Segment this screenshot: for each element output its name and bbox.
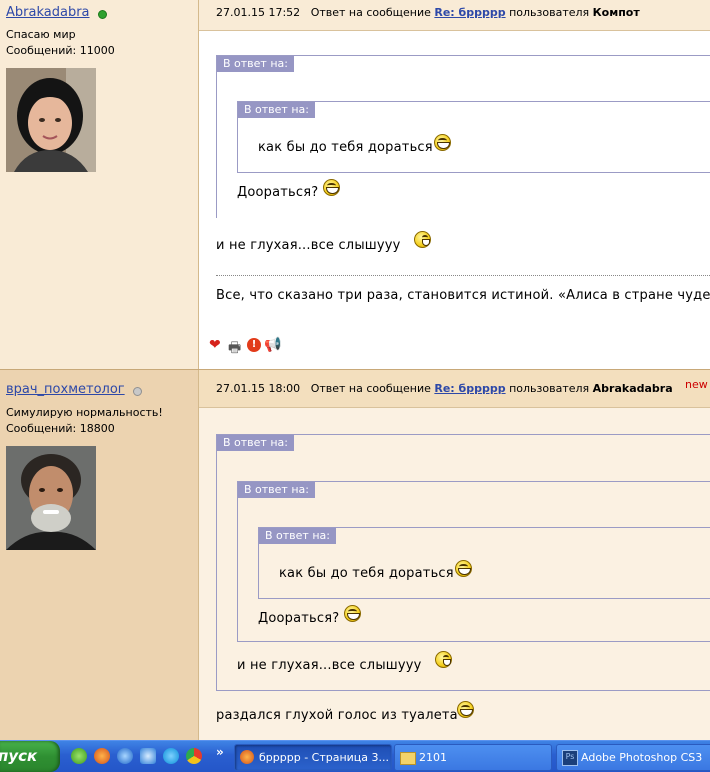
post-body-text: раздался глухой голос из туалета xyxy=(216,708,458,723)
taskbar-button-label: 2101 xyxy=(419,751,447,764)
post-content: 27.01.15 17:52 Ответ на сообщение Re: бр… xyxy=(199,0,710,369)
megaphone-icon[interactable]: 📢 xyxy=(264,337,281,353)
username-link[interactable]: врач_похметолог xyxy=(6,382,125,397)
of-user-text: пользователя xyxy=(509,382,590,395)
taskbar-button-photoshop[interactable]: Ps Adobe Photoshop CS3 xyxy=(556,744,710,771)
post-author-panel: врач_похметолог Симулирую нормальность! … xyxy=(0,370,199,741)
quote-label: В ответ на: xyxy=(238,482,315,498)
print-icon[interactable]: 🖶 xyxy=(228,337,241,361)
message-count: Сообщений: 18800 xyxy=(6,422,115,435)
quote-block-1: В ответ на: В ответ на: В ответ на: как … xyxy=(216,434,710,691)
quote-block-2: В ответ на: В ответ на: как бы до тебя д… xyxy=(237,481,710,642)
signature-text: Все, что сказано три раза, становится ис… xyxy=(216,288,710,303)
quick-launch-chevron[interactable]: » xyxy=(216,745,224,759)
grin-smiley-icon xyxy=(323,179,340,196)
post-body-text: и не глухая...все слышууу xyxy=(216,238,401,253)
avatar[interactable] xyxy=(6,68,96,172)
message-count: Сообщений: 11000 xyxy=(6,44,115,57)
grin-smiley-icon xyxy=(344,605,361,622)
of-user-text: пользователя xyxy=(509,6,590,19)
reply-user[interactable]: Abrakadabra xyxy=(593,382,673,395)
new-badge: new xyxy=(685,378,708,391)
start-button[interactable]: пуск xyxy=(0,741,60,772)
firefox-icon xyxy=(240,750,254,764)
quote-label: В ответ на: xyxy=(238,102,315,118)
quote-label: В ответ на: xyxy=(217,435,294,451)
reply-user[interactable]: Компот xyxy=(593,6,640,19)
taskbar: пуск » брpppp - Страница 3... 2101 Ps Ad… xyxy=(0,740,710,772)
reply-thread-link[interactable]: Re: брpppp xyxy=(434,382,505,395)
quote-text: Дооpаться? xyxy=(237,185,319,200)
quote-label: В ответ на: xyxy=(259,528,336,544)
grin-smiley-icon xyxy=(457,701,474,718)
firefox-icon[interactable] xyxy=(94,748,110,764)
ie-icon[interactable] xyxy=(117,748,133,764)
quick-launch-icon-4[interactable] xyxy=(140,748,156,764)
post-2: врач_похметолог Симулирую нормальность! … xyxy=(0,369,710,741)
listening-smiley-icon xyxy=(435,651,452,668)
grin-smiley-icon xyxy=(434,134,451,151)
post-header: 27.01.15 18:00 Ответ на сообщение Re: бр… xyxy=(199,370,710,408)
post-date: 27.01.15 18:00 xyxy=(216,382,301,395)
taskbar-button-folder[interactable]: 2101 xyxy=(394,744,552,771)
post-content: 27.01.15 18:00 Ответ на сообщение Re: бр… xyxy=(199,370,710,741)
skype-icon[interactable] xyxy=(163,748,179,764)
reply-text: Ответ на сообщение xyxy=(310,6,431,19)
post-1: Abrakadabra Спасаю мир Сообщений: 11000 … xyxy=(0,0,710,369)
taskbar-button-label: Adobe Photoshop CS3 xyxy=(581,751,703,764)
report-icon[interactable]: ! xyxy=(247,338,261,352)
user-status: Симулирую нормальность! xyxy=(6,406,163,419)
taskbar-button-browser[interactable]: брpppp - Страница 3... xyxy=(234,744,392,771)
grin-smiley-icon xyxy=(455,560,472,577)
quote-block-3: В ответ на: как бы до тебя дораться xyxy=(258,527,710,599)
avatar[interactable] xyxy=(6,446,96,550)
quote-text: как бы до тебя дораться xyxy=(279,566,454,581)
post-header: 27.01.15 17:52 Ответ на сообщение Re: бр… xyxy=(199,0,710,31)
quote-text: как бы до тебя дораться xyxy=(258,140,433,155)
taskbar-button-label: брpppp - Страница 3... xyxy=(259,751,390,764)
offline-status-icon xyxy=(133,387,142,396)
photoshop-icon: Ps xyxy=(562,750,578,766)
quote-text: и не глухая...все слышууу xyxy=(237,658,422,673)
user-status: Спасаю мир xyxy=(6,28,76,41)
quote-block-outer: В ответ на: В ответ на: как бы до тебя д… xyxy=(216,55,710,218)
quote-label: В ответ на: xyxy=(217,56,294,72)
heart-icon[interactable]: ❤ xyxy=(209,337,221,353)
quote-block-inner: В ответ на: как бы до тебя дораться xyxy=(237,101,710,173)
reply-text: Ответ на сообщение xyxy=(310,382,431,395)
folder-icon xyxy=(400,752,416,765)
quote-text: Дооpаться? xyxy=(258,611,340,626)
reply-thread-link[interactable]: Re: брpppp xyxy=(434,6,505,19)
signature-divider xyxy=(216,275,710,276)
listening-smiley-icon xyxy=(414,231,431,248)
post-date: 27.01.15 17:52 xyxy=(216,6,301,19)
username-link[interactable]: Abrakadabra xyxy=(6,5,90,20)
chrome-icon[interactable] xyxy=(186,748,202,764)
start-label: пуск xyxy=(0,747,38,765)
post-author-panel: Abrakadabra Спасаю мир Сообщений: 11000 xyxy=(0,0,199,369)
quick-launch-icon-1[interactable] xyxy=(71,748,87,764)
online-status-icon xyxy=(98,10,107,19)
